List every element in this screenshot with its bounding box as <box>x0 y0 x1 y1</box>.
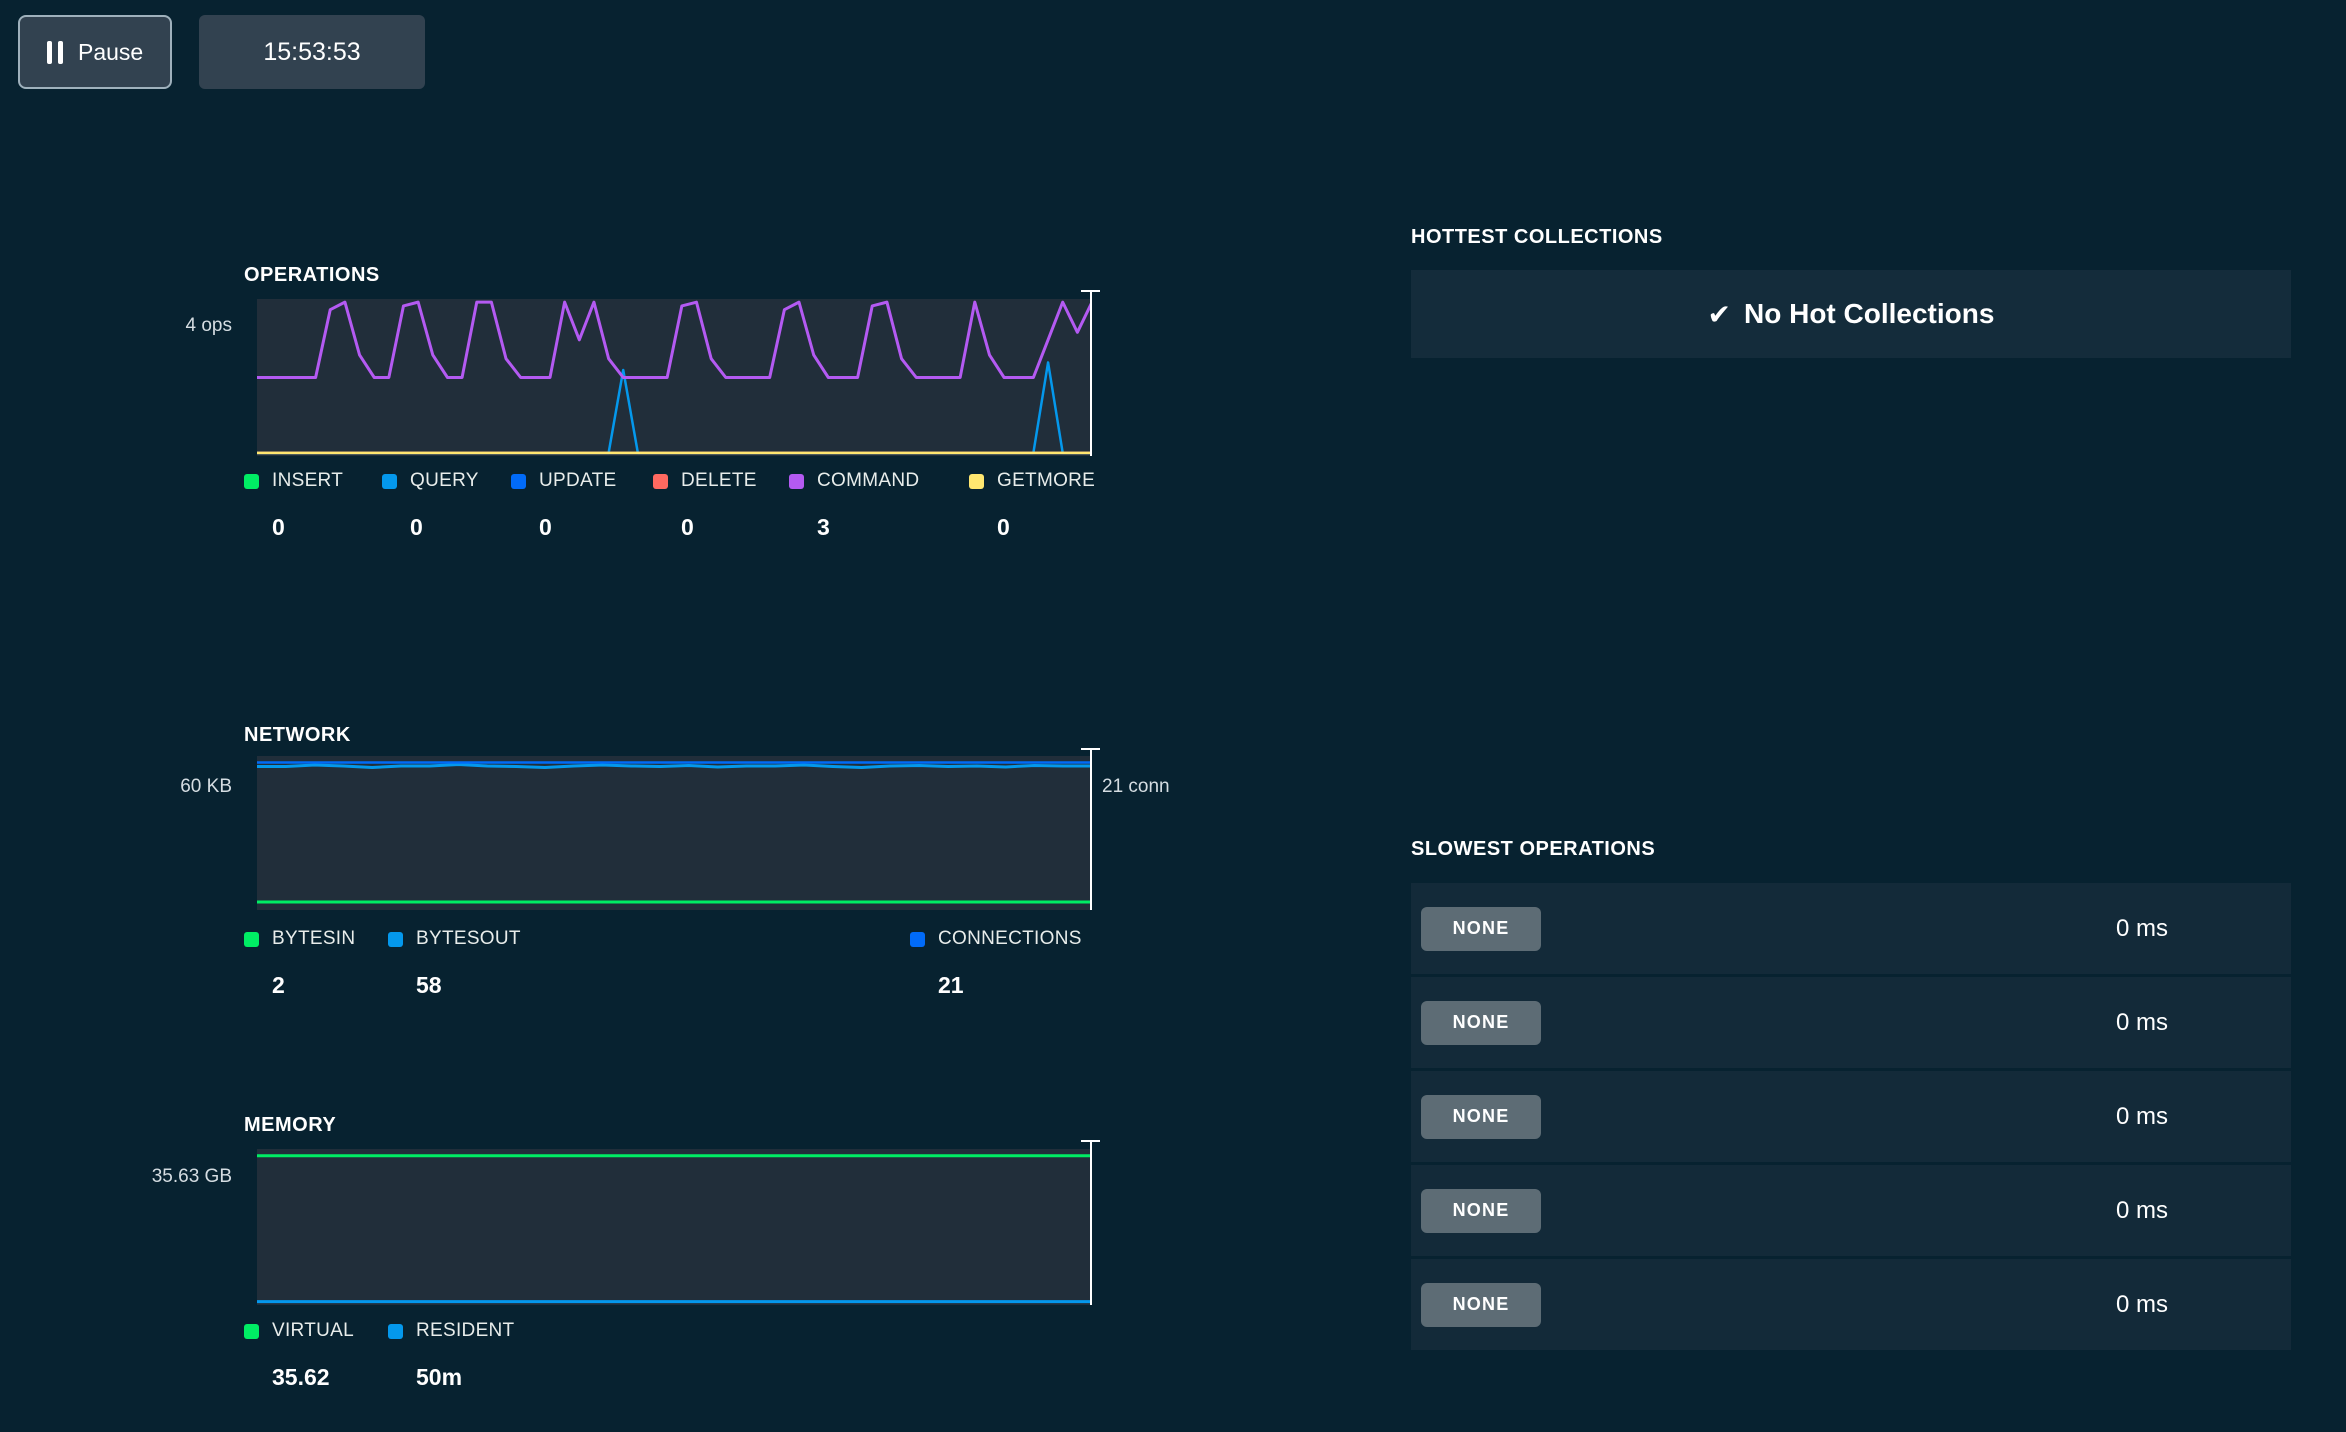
check-icon: ✔ <box>1708 298 1731 331</box>
slowest-operations-list: NONE 0 ms NONE 0 ms NONE 0 ms NONE 0 ms … <box>1411 883 2291 1353</box>
none-badge: NONE <box>1421 1001 1541 1045</box>
memory-chart-title: MEMORY <box>244 1114 336 1137</box>
legend-value: 0 <box>681 514 789 541</box>
legend-value: 3 <box>817 514 969 541</box>
memory-axis-line <box>1090 1140 1092 1305</box>
legend-item-bytesout: BYTESOUT 58 <box>388 928 521 999</box>
pause-button-label: Pause <box>78 39 143 66</box>
delete-swatch-icon <box>653 474 668 489</box>
none-badge: NONE <box>1421 907 1541 951</box>
legend-item-insert: INSERT 0 <box>244 470 382 541</box>
operations-axis-line <box>1090 290 1092 456</box>
legend-item-query: QUERY 0 <box>382 470 511 541</box>
duration-value: 0 ms <box>2116 1103 2168 1131</box>
slow-op-row: NONE 0 ms <box>1411 883 2291 974</box>
command-swatch-icon <box>789 474 804 489</box>
legend-value: 0 <box>272 514 382 541</box>
insert-swatch-icon <box>244 474 259 489</box>
legend-item-virtual: VIRTUAL 35.62 <box>244 1320 388 1391</box>
network-chart <box>257 756 1092 910</box>
update-swatch-icon <box>511 474 526 489</box>
memory-chart <box>257 1149 1092 1305</box>
hottest-collections-title: HOTTEST COLLECTIONS <box>1411 226 1663 249</box>
legend-value: 50m <box>416 1364 514 1391</box>
legend-value: 58 <box>416 972 521 999</box>
virtual-swatch-icon <box>244 1324 259 1339</box>
operations-chart-title: OPERATIONS <box>244 264 380 287</box>
slow-op-row: NONE 0 ms <box>1411 1071 2291 1162</box>
time-display: 15:53:53 <box>199 15 425 89</box>
legend-label: COMMAND <box>817 470 919 492</box>
pause-icon <box>47 41 63 64</box>
operations-legend: INSERT 0 QUERY 0 UPDATE 0 DELETE 0 <box>244 470 1095 541</box>
legend-label: DELETE <box>681 470 757 492</box>
operations-y-axis-label: 4 ops <box>32 315 232 337</box>
memory-legend: VIRTUAL 35.62 RESIDENT 50m <box>244 1320 514 1391</box>
network-legend: BYTESIN 2 BYTESOUT 58 CONNECTIONS 21 <box>244 928 1092 999</box>
legend-label: BYTESOUT <box>416 928 521 950</box>
legend-value: 0 <box>410 514 511 541</box>
none-badge: NONE <box>1421 1283 1541 1327</box>
legend-label: INSERT <box>272 470 343 492</box>
legend-item-bytesin: BYTESIN 2 <box>244 928 388 999</box>
none-badge: NONE <box>1421 1095 1541 1139</box>
duration-value: 0 ms <box>2116 1197 2168 1225</box>
legend-value: 0 <box>539 514 653 541</box>
legend-label: QUERY <box>410 470 479 492</box>
legend-value: 0 <box>997 514 1095 541</box>
legend-label: BYTESIN <box>272 928 355 950</box>
legend-item-update: UPDATE 0 <box>511 470 653 541</box>
duration-value: 0 ms <box>2116 1009 2168 1037</box>
query-swatch-icon <box>382 474 397 489</box>
legend-label: VIRTUAL <box>272 1320 354 1342</box>
connections-swatch-icon <box>910 932 925 947</box>
none-badge: NONE <box>1421 1189 1541 1233</box>
duration-value: 0 ms <box>2116 1291 2168 1319</box>
resident-swatch-icon <box>388 1324 403 1339</box>
slow-op-row: NONE 0 ms <box>1411 1259 2291 1350</box>
operations-chart <box>257 299 1092 456</box>
legend-label: RESIDENT <box>416 1320 514 1342</box>
legend-item-getmore: GETMORE 0 <box>969 470 1095 541</box>
getmore-swatch-icon <box>969 474 984 489</box>
legend-label: GETMORE <box>997 470 1095 492</box>
slow-op-row: NONE 0 ms <box>1411 1165 2291 1256</box>
legend-item-connections: CONNECTIONS 21 <box>910 928 1082 999</box>
network-right-axis-label: 21 conn <box>1102 776 1170 798</box>
network-chart-title: NETWORK <box>244 724 351 747</box>
slow-op-row: NONE 0 ms <box>1411 977 2291 1068</box>
legend-label: UPDATE <box>539 470 616 492</box>
empty-collections-message: No Hot Collections <box>1744 298 1994 330</box>
network-y-axis-label: 60 KB <box>32 776 232 798</box>
slowest-operations-title: SLOWEST OPERATIONS <box>1411 838 1655 861</box>
pause-button[interactable]: Pause <box>18 15 172 89</box>
network-axis-line <box>1090 748 1092 910</box>
performance-dashboard: Pause 15:53:53 OPERATIONS 4 ops INSERT 0… <box>0 0 2346 1432</box>
bytesin-swatch-icon <box>244 932 259 947</box>
legend-label: CONNECTIONS <box>938 928 1082 950</box>
legend-value: 21 <box>938 972 1082 999</box>
legend-item-resident: RESIDENT 50m <box>388 1320 514 1391</box>
legend-item-command: COMMAND 3 <box>789 470 969 541</box>
legend-value: 35.62 <box>272 1364 388 1391</box>
bytesout-swatch-icon <box>388 932 403 947</box>
legend-value: 2 <box>272 972 388 999</box>
duration-value: 0 ms <box>2116 915 2168 943</box>
hottest-collections-panel: ✔ No Hot Collections <box>1411 270 2291 358</box>
memory-y-axis-label: 35.63 GB <box>32 1166 232 1188</box>
legend-item-delete: DELETE 0 <box>653 470 789 541</box>
